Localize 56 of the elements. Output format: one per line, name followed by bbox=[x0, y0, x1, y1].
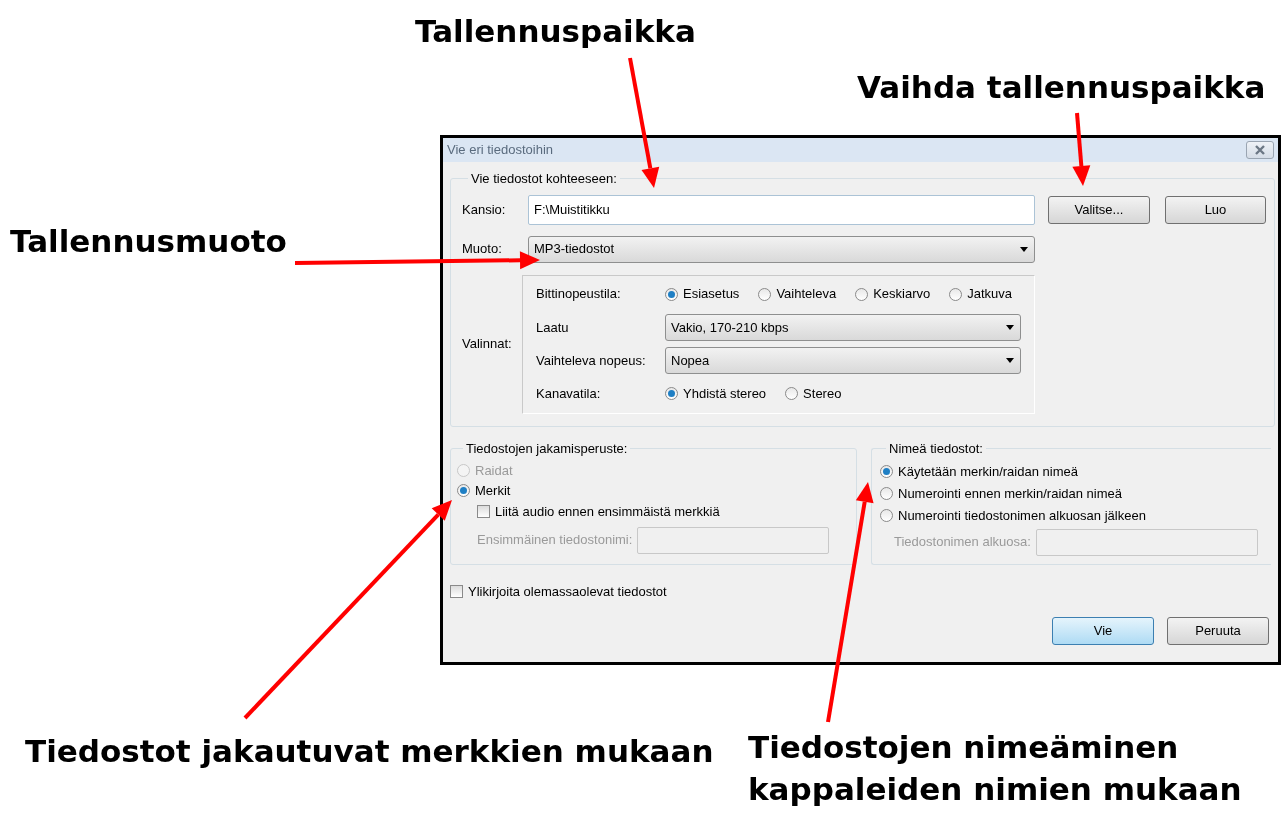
radio-label: Vaihteleva bbox=[776, 285, 837, 304]
radio-label: Numerointi ennen merkin/raidan nimeä bbox=[898, 484, 1122, 503]
radio-button[interactable] bbox=[855, 287, 869, 301]
field-label: Muoto: bbox=[462, 240, 503, 259]
radio-label: Raidat bbox=[475, 461, 513, 480]
annotation-text: Vaihda tallennuspaikka bbox=[857, 68, 1266, 107]
window-title: Vie eri tiedostoihin bbox=[447, 141, 553, 160]
option-label: Kanavatila: bbox=[536, 385, 602, 404]
radio-button[interactable] bbox=[785, 387, 799, 401]
radio-label: Yhdistä stereo bbox=[683, 385, 767, 404]
group-label: Tiedostojen jakamisperuste: bbox=[465, 440, 629, 458]
annotation-text: Tiedostot jakautuvat merkkien mukaan bbox=[25, 732, 714, 771]
radio-button[interactable] bbox=[949, 287, 963, 301]
button[interactable]: Vie bbox=[1052, 616, 1154, 645]
option-label: Laatu bbox=[536, 318, 570, 337]
checkbox-label: Ylikirjoita olemassaolevat tiedostot bbox=[468, 583, 667, 601]
dropdown[interactable]: Vakio, 170-210 kbps bbox=[665, 313, 1021, 341]
checkbox-label: Liitä audio ennen ensimmäistä merkkiä bbox=[495, 502, 720, 521]
radio-label: Käytetään merkin/raidan nimeä bbox=[898, 462, 1078, 481]
caret-icon bbox=[1020, 246, 1028, 252]
radio-button[interactable] bbox=[457, 484, 470, 497]
field-label: Ensimmäinen tiedostonimi: bbox=[477, 531, 633, 550]
annotation-text: Tallennuspaikka bbox=[415, 12, 696, 51]
folder-field[interactable]: F:\Muistitikku bbox=[528, 194, 1035, 225]
dropdown[interactable]: Nopea bbox=[665, 347, 1021, 375]
group-label: Vie tiedostot kohteeseen: bbox=[470, 170, 618, 188]
radio-button[interactable] bbox=[665, 287, 678, 301]
caret-icon bbox=[1006, 324, 1014, 330]
radio-label: Numerointi tiedostonimen alkuosan jälkeen bbox=[898, 506, 1146, 525]
radio-label: Keskiarvo bbox=[873, 285, 931, 304]
field-label: Tiedostonimen alkuosa: bbox=[894, 533, 1031, 552]
radio-label: Jatkuva bbox=[967, 285, 1012, 304]
field-label: Kansio: bbox=[462, 200, 507, 219]
caret-icon bbox=[1006, 358, 1014, 364]
radio-label: Merkit bbox=[475, 481, 511, 500]
button[interactable]: Valitse... bbox=[1048, 195, 1150, 224]
radio-button[interactable] bbox=[880, 487, 893, 500]
option-label: Bittinopeustila: bbox=[536, 285, 622, 304]
button[interactable]: Luo bbox=[1165, 195, 1266, 224]
checkbox[interactable] bbox=[477, 505, 490, 518]
radio-label: Stereo bbox=[803, 385, 842, 404]
annotation-text: Tallennusmuoto bbox=[10, 222, 287, 261]
radio-button[interactable] bbox=[665, 387, 678, 401]
group-label: Nimeä tiedostot: bbox=[888, 440, 984, 458]
close-icon bbox=[1254, 145, 1266, 155]
radio-button[interactable] bbox=[758, 287, 772, 301]
radio-button[interactable] bbox=[880, 509, 893, 522]
button[interactable]: Peruuta bbox=[1167, 616, 1269, 645]
checkbox[interactable] bbox=[450, 585, 463, 599]
close-button[interactable] bbox=[1246, 141, 1274, 159]
radio-button[interactable] bbox=[880, 465, 893, 478]
radio-label: Esiasetus bbox=[683, 285, 740, 304]
dropdown[interactable]: MP3-tiedostot bbox=[528, 235, 1035, 263]
field-label: Valinnat: bbox=[462, 335, 513, 354]
annotation-text: Tiedostojen nimeäminen kappaleiden nimien mukaan bbox=[748, 728, 1243, 809]
option-label: Vaihteleva nopeus: bbox=[536, 351, 647, 370]
